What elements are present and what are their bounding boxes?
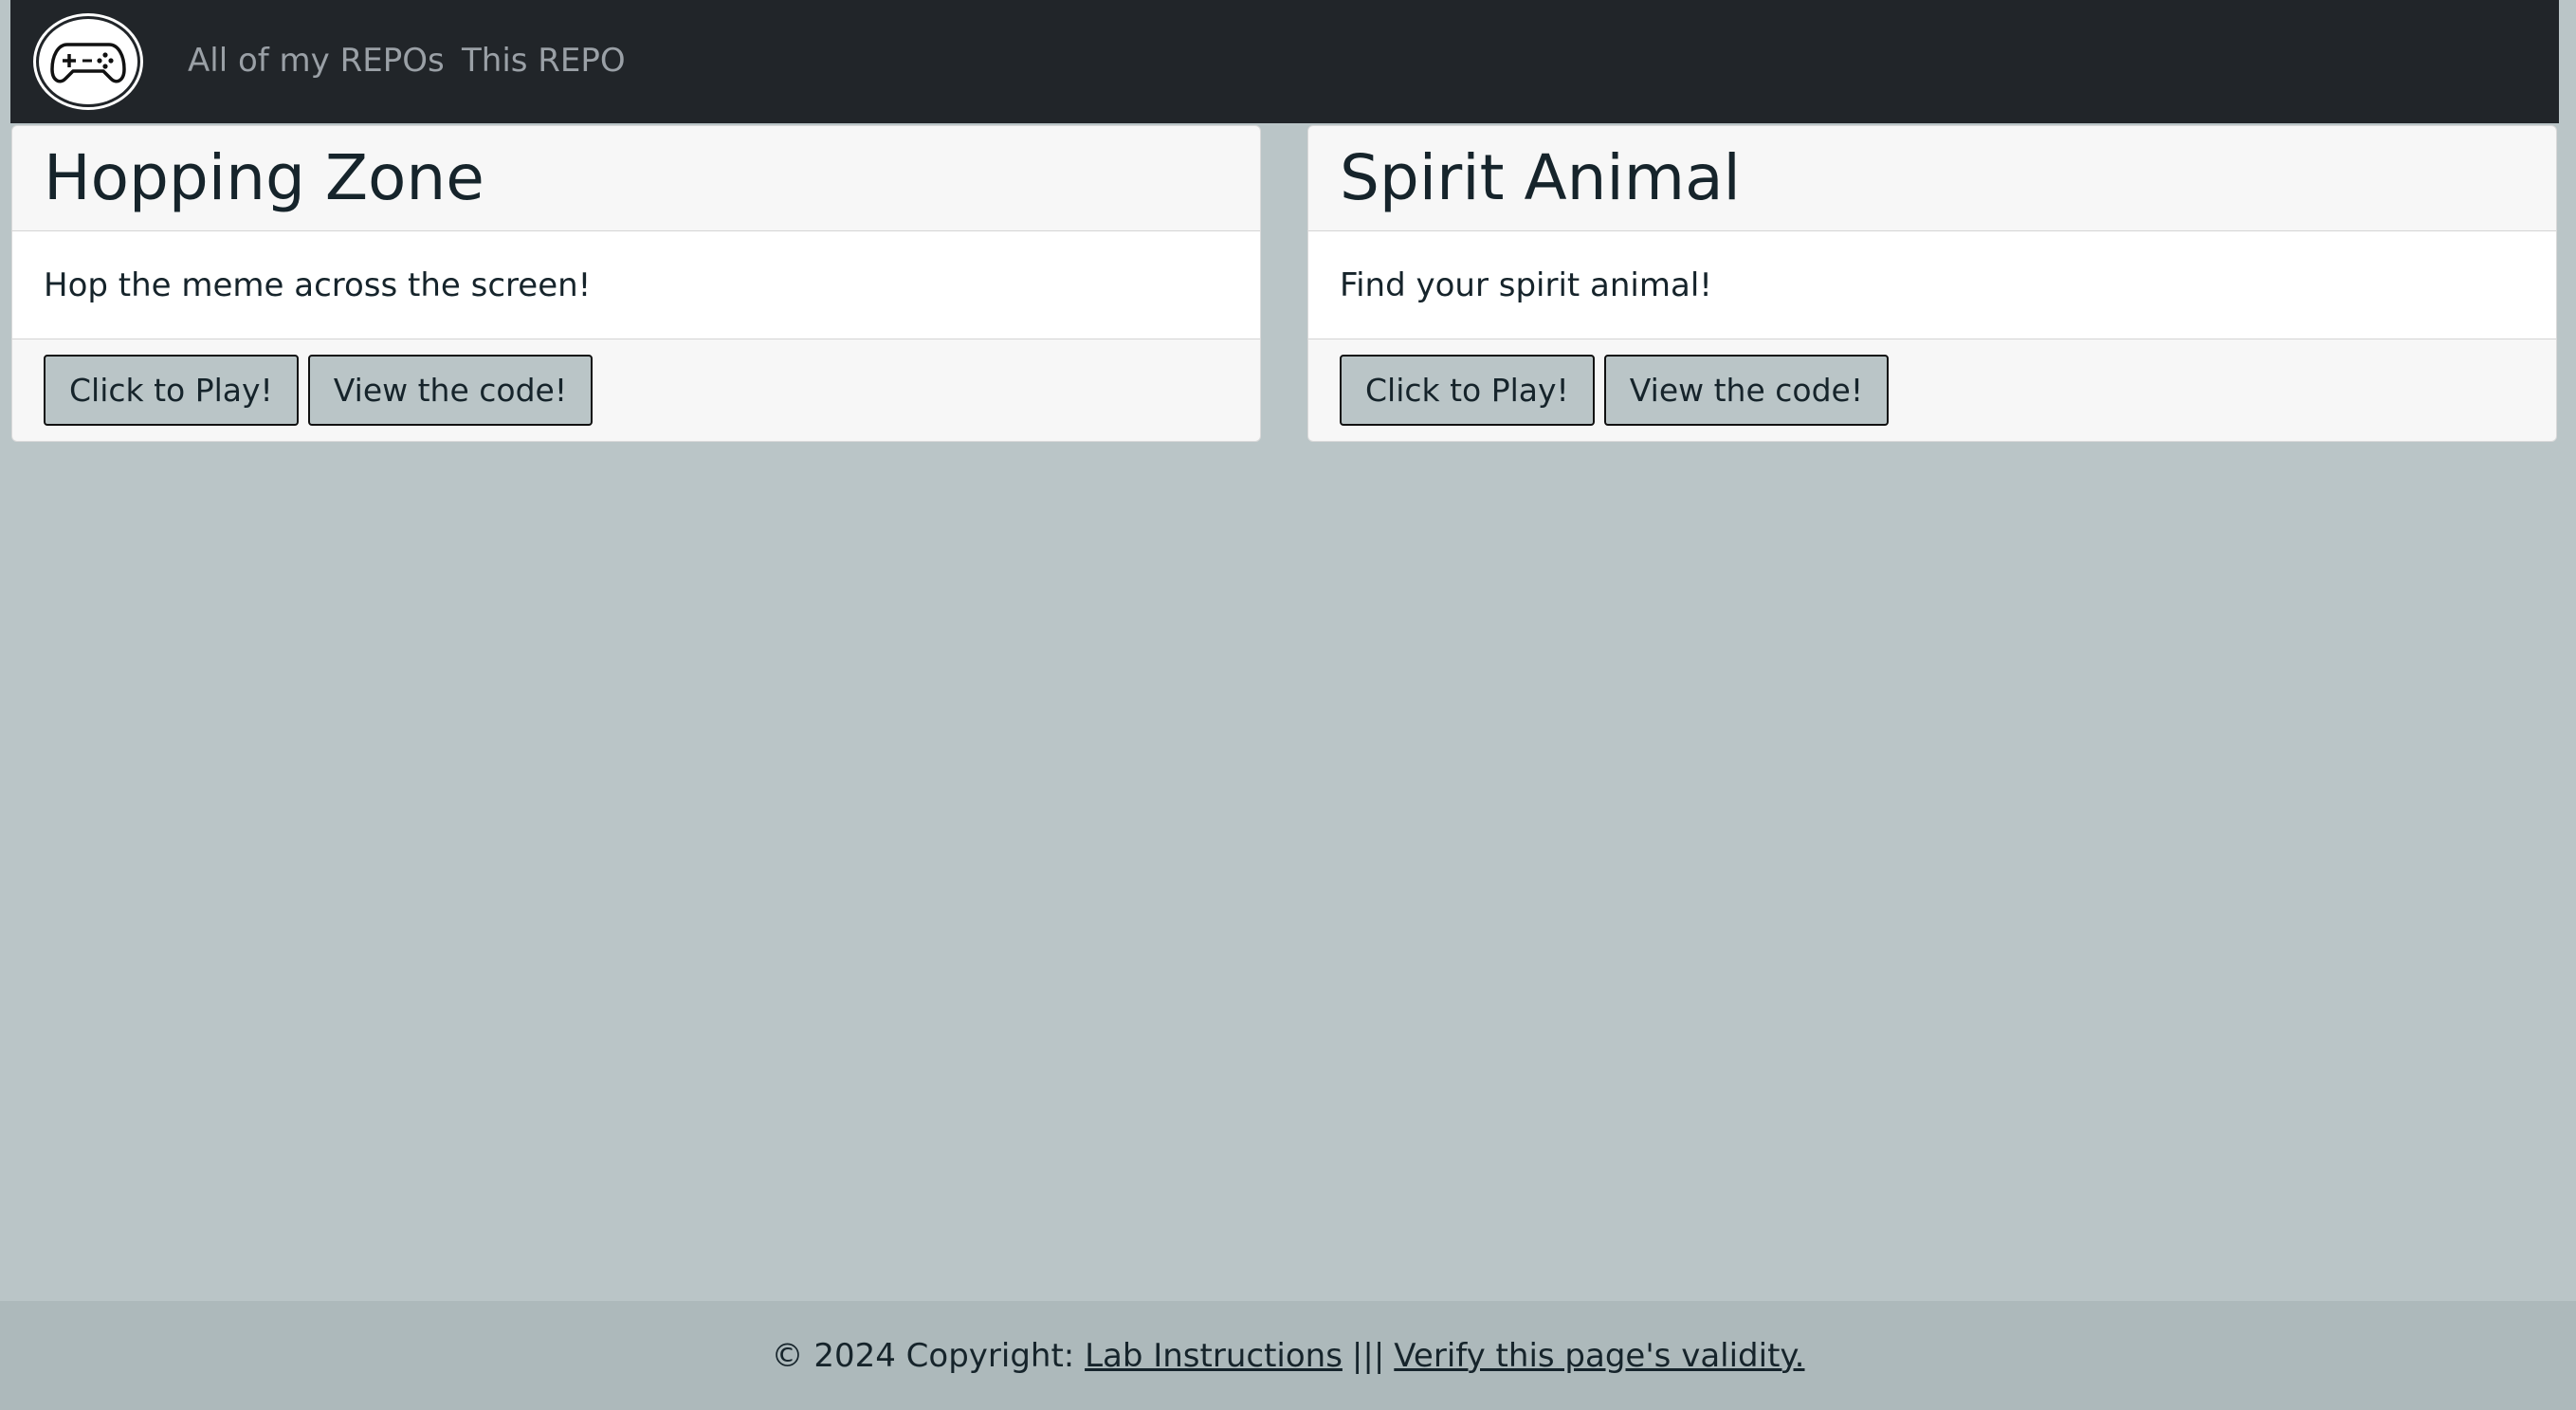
card-header: Spirit Animal — [1308, 126, 2556, 231]
gamepad-icon — [50, 43, 126, 83]
verify-validity-link[interactable]: Verify this page's validity. — [1394, 1337, 1804, 1375]
card-footer: Click to Play! View the code! — [1308, 339, 2556, 441]
play-button[interactable]: Click to Play! — [44, 355, 299, 426]
play-button[interactable]: Click to Play! — [1340, 355, 1595, 426]
nav-link-this-repo[interactable]: This REPO — [462, 36, 626, 85]
footer-separator: ||| — [1351, 1336, 1385, 1375]
logo[interactable] — [33, 13, 143, 110]
card-body: Find your spirit animal! — [1308, 231, 2556, 339]
lab-instructions-link[interactable]: Lab Instructions — [1085, 1337, 1343, 1375]
card-description: Find your spirit animal! — [1340, 266, 1712, 304]
game-card-hopping-zone: Hopping Zone Hop the meme across the scr… — [11, 125, 1261, 442]
card-body: Hop the meme across the screen! — [12, 231, 1260, 339]
view-code-button[interactable]: View the code! — [307, 355, 594, 426]
page-footer: © 2024 Copyright: Lab Instructions ||| Ver… — [0, 1301, 2576, 1410]
copyright-text: © 2024 Copyright: — [771, 1336, 1075, 1375]
nav-link-all-repos[interactable]: All of my REPOs — [188, 36, 445, 85]
top-navbar: All of my REPOs This REPO — [10, 0, 2559, 123]
card-header: Hopping Zone — [12, 126, 1260, 231]
card-title: Spirit Animal — [1340, 141, 1741, 214]
card-description: Hop the meme across the screen! — [44, 266, 592, 304]
view-code-button[interactable]: View the code! — [1603, 355, 1890, 426]
game-card-spirit-animal: Spirit Animal Find your spirit animal! C… — [1307, 125, 2557, 442]
gamepad-icon-wrapper — [39, 19, 137, 104]
card-title: Hopping Zone — [44, 141, 484, 214]
card-footer: Click to Play! View the code! — [12, 339, 1260, 441]
